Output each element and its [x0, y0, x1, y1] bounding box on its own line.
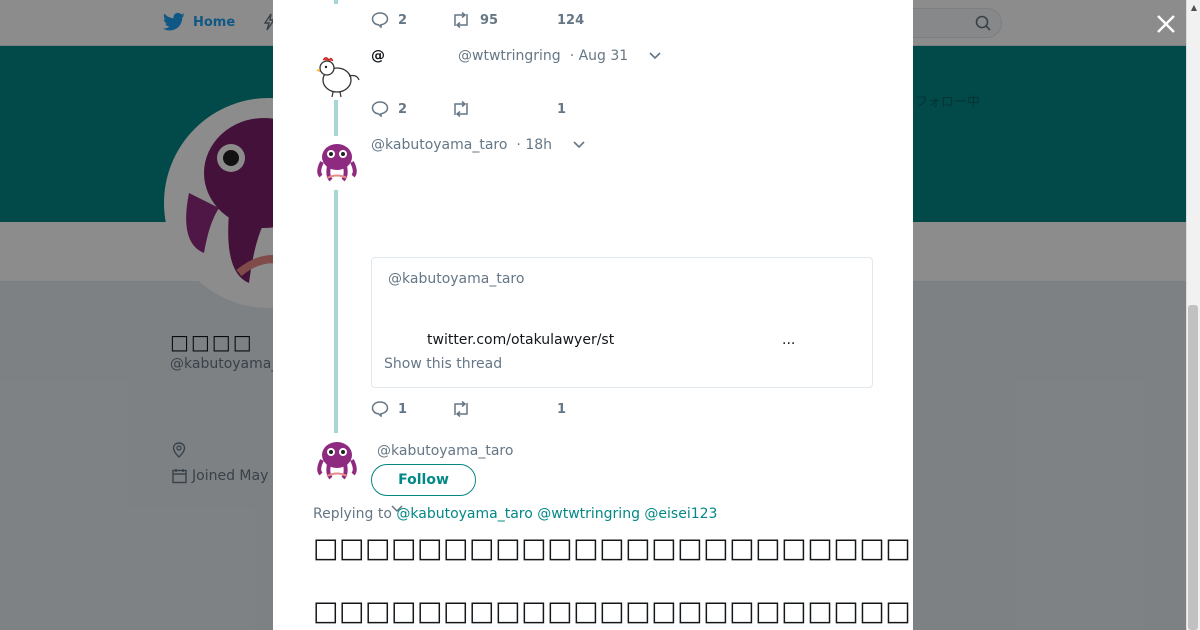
mention-link[interactable]: @kabutoyama_taro — [396, 506, 532, 522]
tweet-author-handle[interactable]: @kabutoyama_taro — [371, 137, 507, 153]
thread-connector-line — [334, 100, 338, 136]
tweet-timestamp[interactable]: · Aug 31 — [570, 48, 629, 64]
thread-connector-line — [334, 0, 338, 4]
reply-count: 1 — [398, 401, 408, 417]
page-scrollbar[interactable]: ▲ — [1186, 0, 1200, 630]
avatar[interactable] — [313, 436, 361, 484]
like-count: 1 — [557, 101, 567, 117]
quoted-tweet-handle: @kabutoyama_taro — [388, 271, 525, 287]
chevron-down-icon[interactable] — [648, 51, 662, 61]
reply-button[interactable]: 2 — [371, 101, 451, 117]
tweet-actions: 2 1 — [371, 98, 566, 120]
mention-link[interactable]: @eisei123 — [644, 506, 717, 522]
retweet-button[interactable]: 95 — [451, 12, 557, 28]
octopus-avatar-image — [313, 436, 361, 484]
octopus-avatar-image — [313, 138, 361, 186]
tweet-timestamp[interactable]: · 18h — [516, 137, 552, 153]
retweet-button[interactable] — [451, 401, 557, 417]
quoted-tweet-card[interactable]: @kabutoyama_taro twitter.com/otakulawyer… — [371, 257, 873, 388]
quoted-tweet-link[interactable]: twitter.com/otakulawyer/st — [427, 332, 614, 348]
show-thread-link[interactable]: Show this thread — [384, 356, 502, 372]
chevron-down-icon[interactable] — [572, 140, 586, 150]
avatar[interactable] — [313, 138, 361, 186]
tweet-header: @ @wtwtringring · Aug 31 — [371, 48, 662, 64]
quoted-tweet-ellipsis: ... — [782, 332, 796, 348]
replying-to-label: Replying to — [313, 506, 392, 522]
like-button[interactable]: 1 — [557, 402, 566, 417]
mention-link[interactable]: @wtwtringring — [537, 506, 640, 522]
tweet-text-line: □□□□□□□□□□□□□□□□□□□□□□□□□□□□□□□□□□□□□□□□… — [313, 596, 913, 627]
follow-button[interactable]: Follow — [371, 464, 476, 496]
scroll-up-arrow-icon[interactable]: ▲ — [1191, 3, 1197, 12]
tweet-header: @kabutoyama_taro · 18h — [371, 137, 586, 153]
reply-icon — [371, 401, 389, 417]
chicken-avatar-image — [313, 50, 361, 98]
reply-icon — [371, 101, 389, 117]
like-count: 1 — [557, 401, 567, 417]
reply-button[interactable]: 2 — [371, 12, 451, 28]
reply-count: 2 — [398, 101, 408, 117]
tweet-actions: 1 1 — [371, 398, 566, 420]
tweet-author-name[interactable]: @ — [371, 48, 385, 64]
tweet-text-line: □□□□□□□□□□□□□□□□□□□□□□□□□□□□□□□□□□□□□□□□… — [313, 533, 913, 564]
like-count: 124 — [557, 12, 585, 28]
tweet-actions: 2 95 124 — [371, 9, 584, 31]
reply-count: 2 — [398, 12, 408, 28]
retweet-count: 95 — [480, 12, 499, 28]
retweet-icon — [454, 101, 468, 117]
reply-icon — [371, 12, 389, 28]
retweet-button[interactable] — [451, 101, 557, 117]
replying-to-line: Replying to @kabutoyama_taro @wtwtringri… — [313, 506, 717, 522]
focused-tweet-header: @kabutoyama_taro — [377, 443, 513, 459]
tweet-thread-modal: 2 95 124 @ @wtwtringring · Aug 31 2 1 @k… — [273, 0, 913, 630]
retweet-icon — [454, 401, 468, 417]
tweet-author-handle[interactable]: @kabutoyama_taro — [377, 443, 513, 459]
thread-connector-line — [334, 190, 338, 433]
close-modal-button[interactable] — [1154, 12, 1178, 36]
scrollbar-thumb[interactable] — [1188, 305, 1198, 630]
retweet-icon — [454, 12, 468, 28]
like-button[interactable]: 1 — [557, 102, 566, 117]
reply-button[interactable]: 1 — [371, 401, 451, 417]
follow-button-label: Follow — [398, 472, 449, 488]
like-button[interactable]: 124 — [557, 13, 584, 28]
avatar[interactable] — [313, 50, 361, 98]
tweet-author-handle[interactable]: @wtwtringring — [458, 48, 561, 64]
